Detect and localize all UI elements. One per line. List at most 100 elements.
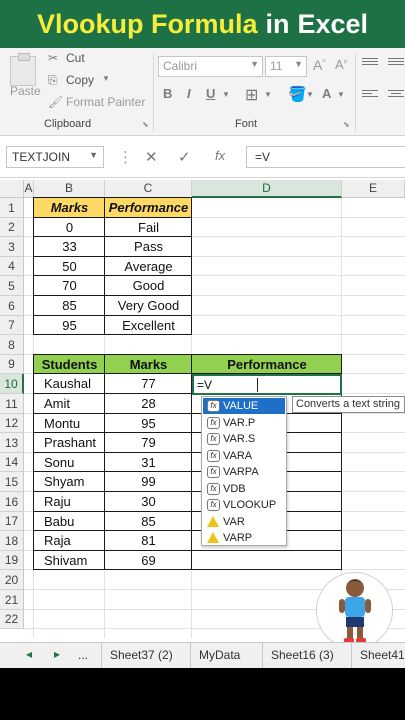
column-header-c[interactable]: C xyxy=(105,180,192,198)
row-header[interactable]: 4 xyxy=(0,257,24,276)
row-header[interactable]: 17 xyxy=(0,512,24,531)
row-header[interactable]: 20 xyxy=(0,570,24,590)
row-header[interactable]: 10 xyxy=(0,374,24,394)
sheet-tab-sheet16-3[interactable]: Sheet16 (3) xyxy=(262,643,342,668)
align-top-icon[interactable] xyxy=(362,58,378,70)
cancel-icon[interactable]: ✕ xyxy=(145,148,158,166)
row-header[interactable]: 15 xyxy=(0,472,24,492)
paste-icon[interactable] xyxy=(10,53,36,86)
autocomplete-item[interactable]: fx VDB xyxy=(203,481,285,497)
bold-button[interactable]: B xyxy=(163,86,172,101)
row-header[interactable]: 7 xyxy=(0,316,24,335)
select-all-corner[interactable] xyxy=(0,180,24,198)
autocomplete-item[interactable]: VAR xyxy=(203,514,285,530)
enter-check-icon[interactable]: ✓ xyxy=(178,148,191,166)
column-header-d[interactable]: D xyxy=(192,180,342,198)
name-box[interactable]: TEXTJOIN ▼ xyxy=(6,146,104,168)
table-border xyxy=(34,256,192,257)
row-header[interactable]: 13 xyxy=(0,433,24,453)
function-autocomplete-list[interactable]: fx VALUE fx VAR.P fx VAR.S fx VARA fx VARPA fx VDB f… xyxy=(201,396,287,546)
italic-button[interactable]: I xyxy=(187,86,191,101)
next-sheet-icon[interactable]: ▸ xyxy=(54,647,60,661)
borders-icon[interactable]: ⊞ xyxy=(245,85,258,105)
row-header[interactable]: 3 xyxy=(0,237,24,257)
row-header[interactable]: 18 xyxy=(0,531,24,551)
dialog-launcher-icon[interactable]: ⬊ xyxy=(142,120,149,129)
function-icon: fx xyxy=(207,400,220,412)
row-header[interactable]: 16 xyxy=(0,492,24,512)
table-header-cell: Marks xyxy=(34,198,105,218)
font-size-box[interactable]: 11 ▼ xyxy=(265,56,307,77)
copy-icon: ⎘ xyxy=(48,73,58,87)
column-header-b[interactable]: B xyxy=(34,180,105,198)
function-icon: fx xyxy=(207,416,220,429)
table-border xyxy=(34,334,192,335)
autocomplete-item[interactable]: VARP xyxy=(203,530,285,546)
table-cell: Babu xyxy=(44,514,75,529)
table-cell: 0 xyxy=(65,220,74,235)
table-cell: 85 xyxy=(62,298,77,313)
table-border xyxy=(191,197,192,335)
table-border xyxy=(34,236,192,237)
function-tooltip: Converts a text string xyxy=(292,396,405,413)
column-header-a[interactable]: A xyxy=(24,180,34,198)
font-name-value: Calibri xyxy=(163,59,198,73)
table-cell: 31 xyxy=(141,455,156,470)
chevron-down-icon: ▼ xyxy=(294,59,303,69)
previous-sheet-icon[interactable]: ◂ xyxy=(26,647,32,661)
table-cell: Shivam xyxy=(44,553,88,568)
table-cell: 30 xyxy=(141,494,156,509)
font-color-icon[interactable]: A xyxy=(322,86,331,101)
font-name-box[interactable]: Calibri ▼ xyxy=(158,56,263,77)
sheet-tab-mydata[interactable]: MyData xyxy=(190,643,248,668)
underline-button[interactable]: U xyxy=(206,86,215,101)
chevron-down-icon[interactable]: ▼ xyxy=(337,90,345,99)
autocomplete-item[interactable]: fx VARPA xyxy=(203,464,285,480)
autocomplete-item[interactable]: fx VALUE xyxy=(203,398,285,414)
table-cell: Amit xyxy=(44,396,70,411)
format-painter-button[interactable]: Format Painter xyxy=(66,95,145,109)
autocomplete-item[interactable]: fx VAR.P xyxy=(203,415,285,431)
increase-font-icon[interactable]: A^ xyxy=(313,57,326,73)
insert-function-icon[interactable]: fx xyxy=(215,148,225,163)
chevron-down-icon[interactable]: ▼ xyxy=(222,90,230,99)
chevron-down-icon[interactable]: ▼ xyxy=(102,74,110,83)
row-header[interactable]: 5 xyxy=(0,276,24,296)
row-header[interactable]: 22 xyxy=(0,610,24,629)
align-left-icon[interactable] xyxy=(362,90,378,102)
table-border xyxy=(34,275,192,276)
row-header[interactable]: 14 xyxy=(0,453,24,472)
row-header[interactable]: 19 xyxy=(0,551,24,570)
paste-button[interactable]: Paste xyxy=(10,84,41,98)
chevron-down-icon[interactable]: ▼ xyxy=(264,90,272,99)
dialog-launcher-icon[interactable]: ⬊ xyxy=(343,120,350,129)
row-header[interactable]: 21 xyxy=(0,590,24,610)
table-cell: Good xyxy=(132,278,165,293)
row-header[interactable]: 9 xyxy=(0,355,24,374)
autocomplete-item[interactable]: fx VAR.S xyxy=(203,431,285,447)
column-header-e[interactable]: E xyxy=(342,180,405,198)
chevron-down-icon[interactable]: ▼ xyxy=(306,90,314,99)
fill-color-icon[interactable]: 🪣 xyxy=(288,85,307,103)
formula-bar: TEXTJOIN ▼ ⋮ ✕ ✓ fx =V xyxy=(0,136,405,178)
sheet-tab-sheet37-2[interactable]: Sheet37 (2) xyxy=(101,643,181,668)
more-sheets-button[interactable]: ... xyxy=(70,643,96,668)
cut-button[interactable]: Cut xyxy=(66,51,85,65)
row-header[interactable]: 1 xyxy=(0,198,24,218)
decrease-font-icon[interactable]: Av xyxy=(335,57,347,72)
scissors-icon: ✂ xyxy=(48,51,59,65)
active-cell-d10[interactable]: =V xyxy=(192,374,342,395)
sheet-tab-sheet41[interactable]: Sheet41 xyxy=(351,643,405,668)
row-header[interactable]: 8 xyxy=(0,335,24,355)
row-header[interactable]: 6 xyxy=(0,296,24,316)
autocomplete-item[interactable]: fx VLOOKUP xyxy=(203,497,285,513)
row-header[interactable]: 2 xyxy=(0,218,24,237)
autocomplete-item[interactable]: fx VARA xyxy=(203,448,285,464)
align-center-icon[interactable] xyxy=(388,90,404,102)
row-header[interactable]: 12 xyxy=(0,414,24,433)
align-middle-icon[interactable] xyxy=(388,58,404,70)
row-header[interactable]: 11 xyxy=(0,394,24,414)
copy-button[interactable]: Copy xyxy=(66,73,94,87)
formula-input[interactable]: =V xyxy=(246,146,405,168)
table-cell: Montu xyxy=(44,416,81,431)
